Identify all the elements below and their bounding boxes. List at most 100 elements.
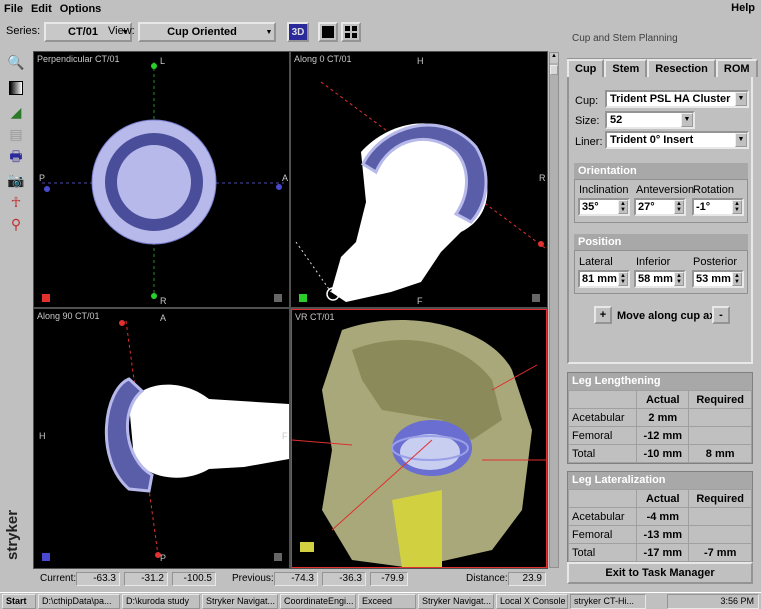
tab-resection[interactable]: Resection	[647, 59, 716, 77]
chevron-down-icon: ▼	[265, 28, 273, 36]
taskbar-item[interactable]: D:\cthipData\pa...	[38, 593, 120, 609]
chevron-down-icon: ▼	[681, 113, 693, 127]
viewport-volume-render[interactable]: VR CT/01	[291, 309, 547, 568]
chevron-down-icon: ▼	[735, 133, 747, 147]
single-pane-icon	[322, 26, 334, 38]
taskbar-item[interactable]: Local X Console	[496, 593, 568, 609]
spin-arrows-icon[interactable]: ▲ ▼	[618, 272, 628, 286]
viewport-along-0[interactable]: Along 0 CT/01 H R F	[291, 52, 547, 307]
leg-lengthening-table: Actual Required Acetabular 2 mm Femoral …	[567, 390, 752, 463]
viewport-along-90[interactable]: Along 90 CT/01 A H F P	[34, 309, 289, 568]
move-minus-button[interactable]: -	[712, 306, 730, 324]
layers-icon[interactable]: ▤	[6, 124, 26, 144]
table-row: Acetabular -4 mm	[567, 507, 752, 526]
column-header-required: Required	[688, 489, 752, 508]
spin-arrows-icon[interactable]: ▲ ▼	[732, 272, 742, 286]
hip-model-icon[interactable]: ☥	[6, 192, 26, 212]
taskbar-item-active[interactable]: stryker CT-Hi...	[570, 593, 646, 609]
tab-stem[interactable]: Stem	[604, 59, 648, 77]
table-row: Acetabular 2 mm	[567, 408, 752, 427]
measure-angle-icon[interactable]: ◢	[6, 102, 26, 122]
anteversion-value: 27°	[638, 201, 655, 213]
move-plus-button[interactable]: +	[594, 306, 612, 324]
previous-y: -36.3	[322, 572, 366, 586]
print-icon[interactable]: 🖶	[6, 148, 26, 168]
panel-title: Cup and Stem Planning	[572, 33, 678, 44]
orientation-mark: F	[282, 431, 288, 441]
row-label: Femoral	[567, 426, 638, 445]
quad-view-button[interactable]	[341, 22, 361, 42]
stem-model-icon[interactable]: ⚲	[6, 214, 26, 234]
menu-help[interactable]: Help	[731, 2, 755, 14]
taskbar-item[interactable]: D:\kuroda study	[122, 593, 200, 609]
start-button[interactable]: Start	[2, 593, 36, 609]
taskbar: Start D:\cthipData\pa... D:\kuroda study…	[0, 592, 761, 609]
table-cell	[567, 390, 638, 409]
actual-value: -10 mm	[636, 444, 690, 463]
size-value: 52	[610, 114, 623, 126]
tab-rom[interactable]: ROM	[715, 59, 758, 77]
taskbar-item[interactable]: Stryker Navigat...	[202, 593, 278, 609]
actual-value: -4 mm	[636, 507, 690, 526]
inclination-value: 35°	[582, 201, 599, 213]
lateral-value: 81 mm	[582, 273, 617, 285]
orientation-mark: A	[282, 173, 289, 183]
exit-task-manager-button[interactable]: Exit to Task Manager	[567, 562, 753, 584]
scroll-thumb[interactable]	[550, 65, 558, 75]
view-select[interactable]: Cup Oriented ▼	[138, 22, 276, 42]
lateral-spinner[interactable]: 81 mm ▲ ▼	[578, 270, 630, 288]
size-select[interactable]: 52 ▼	[605, 111, 695, 129]
current-y: -31.2	[124, 572, 168, 586]
leg-lengthening-section: Leg Lengthening Actual Required Acetabul…	[567, 372, 753, 464]
spin-arrows-icon[interactable]: ▲ ▼	[732, 200, 742, 214]
actual-value: -17 mm	[636, 543, 690, 562]
required-value: -7 mm	[688, 543, 752, 562]
table-cell	[567, 489, 638, 508]
size-label: Size:	[575, 115, 600, 127]
spin-arrows-icon[interactable]: ▲ ▼	[674, 272, 684, 286]
taskbar-item[interactable]: CoordinateEngi...	[280, 593, 356, 609]
single-view-button[interactable]	[318, 22, 338, 42]
view-3d-button[interactable]: 3D	[287, 22, 309, 42]
menu-options[interactable]: Options	[56, 3, 106, 15]
viewport-scrollbar[interactable]: ▲	[549, 52, 559, 568]
previous-label: Previous:	[232, 573, 274, 584]
orientation-mark: F	[417, 296, 423, 306]
zoom-icon[interactable]: 🔍	[6, 52, 26, 72]
scroll-up-icon[interactable]: ▲	[550, 53, 558, 63]
table-header-row: Actual Required	[567, 489, 752, 508]
viewport-perpendicular[interactable]: Perpendicular CT/01 L P A R	[34, 52, 289, 307]
current-x: -63.3	[76, 572, 120, 586]
spin-arrows-icon[interactable]: ▲ ▼	[674, 200, 684, 214]
previous-x: -74.3	[274, 572, 318, 586]
taskbar-item[interactable]: Stryker Navigat...	[418, 593, 494, 609]
camera-icon[interactable]: 📷	[6, 170, 26, 190]
move-axis-label: Move along cup axis	[617, 310, 725, 322]
current-label: Current:	[40, 573, 77, 584]
taskbar-item[interactable]: Exceed	[358, 593, 416, 609]
menu-edit[interactable]: Edit	[27, 3, 56, 15]
cup-select[interactable]: Trident PSL HA Cluster ▼	[605, 90, 749, 108]
tab-cup[interactable]: Cup	[567, 59, 605, 77]
window-level-icon[interactable]	[6, 78, 26, 98]
orientation-mark: P	[39, 173, 46, 183]
leg-lengthening-header: Leg Lengthening	[568, 373, 752, 390]
inferior-spinner[interactable]: 58 mm ▲ ▼	[634, 270, 686, 288]
menu-file[interactable]: File	[0, 3, 27, 15]
posterior-value: 53 mm	[696, 273, 731, 285]
inferior-value: 58 mm	[638, 273, 673, 285]
view-label: View:	[108, 25, 135, 37]
table-row: Femoral -13 mm	[567, 525, 752, 544]
along-90-image	[42, 320, 289, 561]
rotation-spinner[interactable]: -1° ▲ ▼	[692, 198, 744, 216]
table-row: Femoral -12 mm	[567, 426, 752, 445]
liner-select[interactable]: Trident 0° Insert ▼	[605, 131, 749, 149]
orientation-mark: P	[160, 553, 167, 563]
volume-render-image	[292, 320, 546, 567]
spin-arrows-icon[interactable]: ▲ ▼	[618, 200, 628, 214]
inclination-spinner[interactable]: 35° ▲ ▼	[578, 198, 630, 216]
required-value	[688, 525, 752, 544]
anteversion-spinner[interactable]: 27° ▲ ▼	[634, 198, 686, 216]
menu-bar: File Edit Options Help	[0, 0, 761, 17]
posterior-spinner[interactable]: 53 mm ▲ ▼	[692, 270, 744, 288]
